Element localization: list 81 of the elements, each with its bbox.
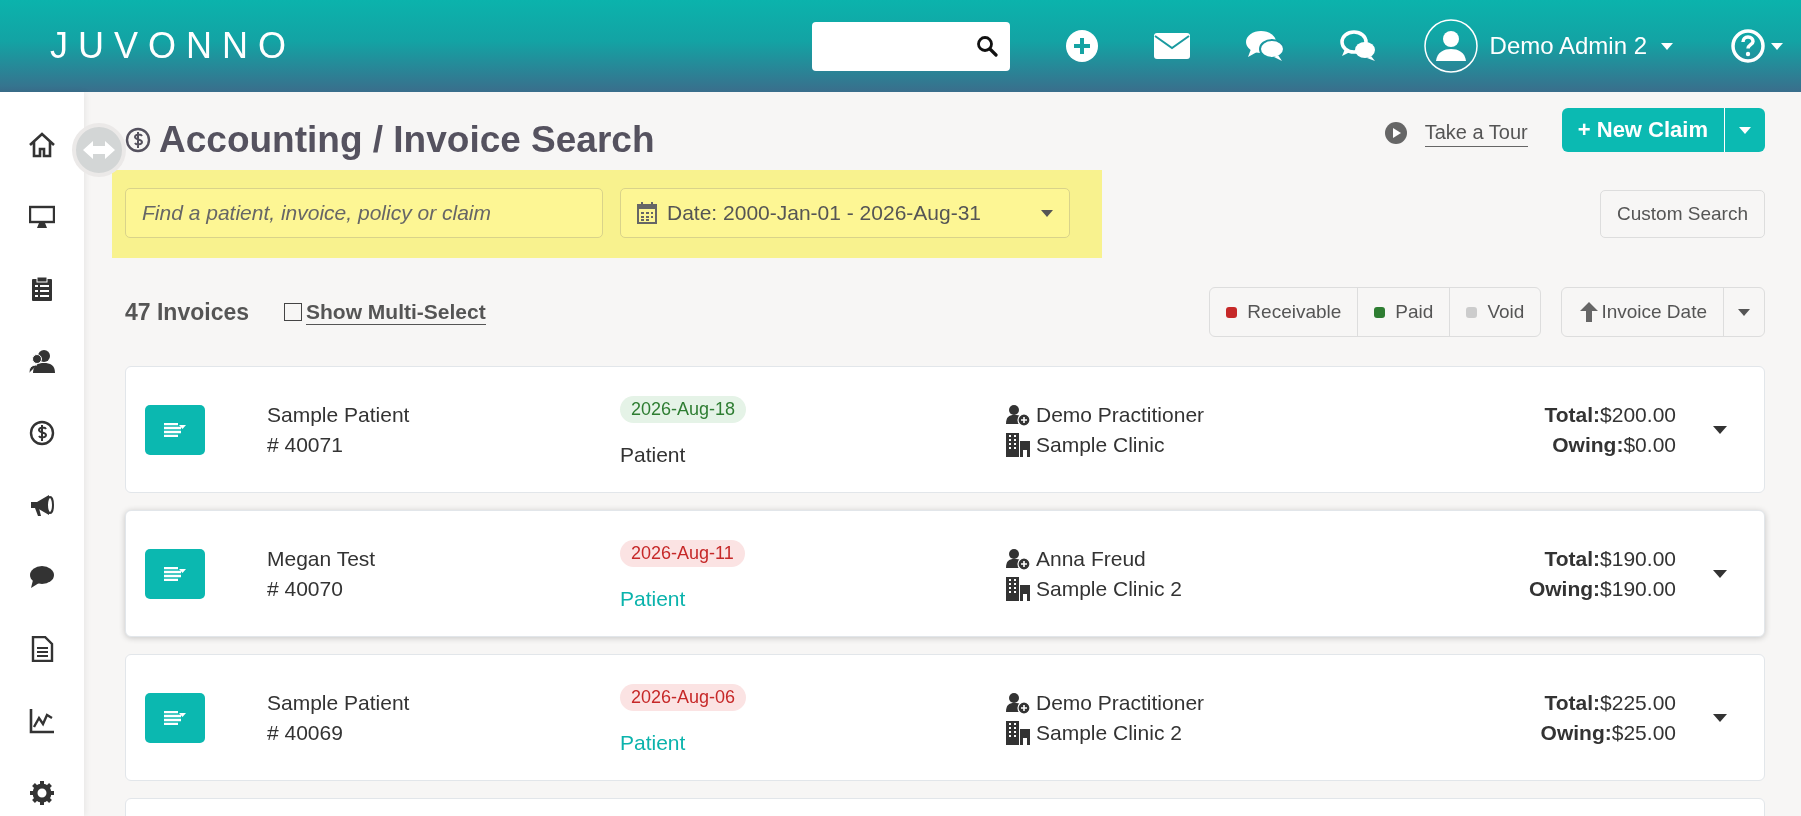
invoice-card[interactable]: Sample Patient # 40069 2026-Aug-06 Patient Demo Practitioner Sample Clinic 2 Total:$225.00 Owing:$25.00: [125, 654, 1765, 781]
monitor-icon[interactable]: [29, 204, 55, 230]
list-icon: [164, 422, 186, 437]
invoice-count: 47 Invoices: [125, 298, 250, 326]
clinic-name: Sample Clinic: [1036, 432, 1165, 457]
patient-name: Sample Patient: [267, 690, 411, 715]
date-range-dropdown[interactable]: Date: 2000-Jan-01 - 2026-Aug-31: [620, 188, 1070, 238]
payer-type: Patient: [620, 731, 686, 755]
take-a-tour-link[interactable]: Take a Tour: [1424, 121, 1528, 147]
caret-icon: [1713, 713, 1727, 722]
dollar-icon: [125, 127, 151, 153]
owing-amount: Owing:$0.00: [1552, 432, 1676, 457]
settings-icon[interactable]: [29, 780, 55, 806]
chat-question-icon[interactable]: [1339, 30, 1376, 62]
search-field[interactable]: Find a patient, invoice, policy or claim: [125, 188, 603, 238]
add-icon[interactable]: [1065, 30, 1098, 62]
payer-type: Patient: [620, 443, 686, 467]
owing-amount: Owing:$190.00: [1528, 576, 1676, 601]
caret-icon: [1661, 42, 1673, 50]
arrows-icon: [83, 140, 115, 160]
date-badge: 2026-Aug-06: [620, 684, 747, 711]
calendar-icon: [637, 202, 657, 224]
page-title: Accounting / Invoice Search: [159, 119, 655, 161]
owing-amount: Owing:$25.00: [1540, 720, 1676, 745]
invoice-menu-button[interactable]: [145, 404, 205, 455]
invoice-menu-button[interactable]: [145, 692, 205, 743]
invoice-number: # 40071: [267, 432, 344, 457]
status-filter[interactable]: Paid: [1358, 288, 1451, 336]
invoice-number: # 40070: [267, 576, 344, 601]
status-filter[interactable]: Receivable: [1210, 288, 1359, 336]
list-icon: [164, 566, 186, 581]
show-multi-select-link[interactable]: Show Multi-Select: [306, 299, 486, 325]
building-icon: [1006, 720, 1030, 745]
practitioner-name: Anna Freud: [1036, 546, 1146, 571]
payer-type: Patient: [620, 587, 686, 611]
invoice-card[interactable]: Sample Patient # 40071 2026-Aug-18 Patient Demo Practitioner Sample Clinic Total:$200.00 Owing:$0.00: [125, 366, 1765, 493]
envelope-icon[interactable]: [1153, 33, 1190, 59]
caret-icon: [1713, 569, 1727, 578]
status-filter[interactable]: Void: [1450, 288, 1541, 336]
caret-icon: [1713, 425, 1727, 434]
practitioner-icon: [1006, 547, 1030, 570]
chat-icon[interactable]: [29, 564, 55, 590]
total-amount: Total:$200.00: [1544, 402, 1676, 427]
search-icon[interactable]: [975, 35, 998, 57]
total-amount: Total:$190.00: [1544, 546, 1676, 571]
dollar-icon[interactable]: [29, 420, 55, 446]
practitioner-name: Demo Practitioner: [1036, 402, 1205, 427]
date-badge: 2026-Aug-18: [620, 396, 747, 423]
caret-icon: [1041, 209, 1053, 217]
megaphone-icon[interactable]: [29, 492, 55, 518]
users-icon[interactable]: [29, 348, 55, 374]
play-icon[interactable]: [1384, 122, 1407, 144]
invoice-number: # 40069: [267, 720, 344, 745]
chart-icon[interactable]: [29, 708, 55, 734]
total-amount: Total:$225.00: [1544, 690, 1676, 715]
practitioner-name: Demo Practitioner: [1036, 690, 1205, 715]
header-search-field[interactable]: [811, 21, 1010, 71]
patient-name: Megan Test: [267, 546, 377, 571]
invoice-menu-button[interactable]: [145, 548, 205, 599]
caret-icon: [1771, 42, 1783, 50]
caret-icon: [1739, 126, 1751, 134]
clinic-name: Sample Clinic 2: [1036, 720, 1182, 745]
invoice-card[interactable]: Megan Test # 40070 2026-Aug-11 Patient Anna Freud Sample Clinic 2 Total:$190.00 Owing:$190.00: [125, 510, 1765, 637]
clinic-name: Sample Clinic 2: [1036, 576, 1182, 601]
sort-button[interactable]: Invoice Date: [1562, 288, 1724, 336]
date-badge: 2026-Aug-11: [620, 540, 745, 567]
home-icon[interactable]: [29, 132, 55, 158]
custom-search-button[interactable]: Custom Search: [1600, 190, 1765, 238]
help-menu[interactable]: [1731, 29, 1783, 63]
checkbox[interactable]: [284, 303, 303, 321]
help-icon: [1731, 29, 1765, 63]
patient-name: Sample Patient: [267, 402, 411, 427]
practitioner-icon: [1006, 403, 1030, 426]
caret-icon: [1738, 308, 1750, 316]
list-icon: [164, 710, 186, 725]
building-icon: [1006, 576, 1030, 601]
building-icon: [1006, 432, 1030, 457]
clipboard-icon[interactable]: [29, 276, 55, 302]
avatar-icon[interactable]: [1423, 19, 1478, 73]
practitioner-icon: [1006, 691, 1030, 714]
document-icon[interactable]: [29, 636, 55, 662]
